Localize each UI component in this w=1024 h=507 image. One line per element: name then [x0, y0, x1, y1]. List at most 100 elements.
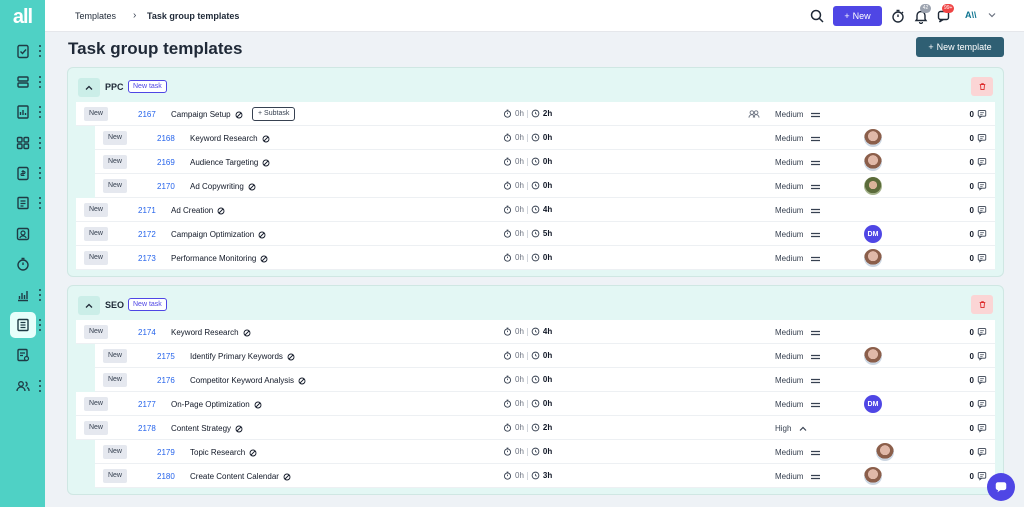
- task-id[interactable]: 2170: [157, 182, 175, 191]
- status-badge[interactable]: New: [103, 373, 127, 387]
- priority[interactable]: Medium: [775, 376, 821, 385]
- priority[interactable]: Medium: [775, 230, 821, 239]
- sidebar-item-timer[interactable]: [0, 249, 45, 279]
- task-id[interactable]: 2174: [138, 328, 156, 337]
- more-icon[interactable]: [39, 288, 42, 301]
- task-row[interactable]: New 2177 On-Page Optimization 0h 0h Mediu…: [76, 392, 995, 416]
- comments[interactable]: 0: [970, 181, 987, 191]
- task-row[interactable]: New 2176 Competitor Keyword Analysis 0h 0…: [95, 368, 995, 392]
- more-icon[interactable]: [39, 318, 42, 331]
- priority[interactable]: Medium: [775, 472, 821, 481]
- collapse-button[interactable]: [78, 296, 100, 315]
- task-row[interactable]: New 2173 Performance Monitoring 0h 0h Med…: [76, 246, 995, 270]
- sidebar-item-users[interactable]: [0, 371, 45, 401]
- delete-group-button[interactable]: [971, 77, 993, 96]
- priority[interactable]: Medium: [775, 328, 821, 337]
- task-id[interactable]: 2176: [157, 376, 175, 385]
- task-title[interactable]: Audience Targeting: [190, 158, 270, 167]
- priority[interactable]: Medium: [775, 254, 821, 263]
- avatar[interactable]: A\\: [864, 371, 882, 389]
- status-badge[interactable]: New: [103, 131, 127, 145]
- task-title[interactable]: Performance Monitoring: [171, 254, 268, 263]
- task-row[interactable]: New 2171 Ad Creation 0h 4h Medium A\\ 0: [76, 198, 995, 222]
- new-task-button[interactable]: New task: [128, 298, 167, 311]
- avatar[interactable]: A\\: [864, 105, 882, 123]
- sidebar-item-analytics[interactable]: [0, 280, 45, 310]
- avatar[interactable]: [876, 443, 894, 461]
- task-title[interactable]: Content Strategy: [171, 424, 243, 433]
- comments[interactable]: 0: [970, 327, 987, 337]
- sidebar-item-invoices[interactable]: [0, 158, 45, 188]
- sidebar-item-reports[interactable]: [0, 97, 45, 127]
- task-title[interactable]: On-Page Optimization: [171, 400, 262, 409]
- comments[interactable]: 0: [970, 399, 987, 409]
- comments[interactable]: 0: [970, 375, 987, 385]
- comments[interactable]: 0: [970, 229, 987, 239]
- comments[interactable]: 0: [970, 351, 987, 361]
- new-button[interactable]: + New: [833, 6, 882, 26]
- chevron-down-icon[interactable]: [988, 11, 996, 19]
- search-icon[interactable]: [809, 8, 825, 24]
- task-row[interactable]: New 2168 Keyword Research 0h 0h Medium 0: [95, 126, 995, 150]
- priority[interactable]: Medium: [775, 400, 821, 409]
- new-task-button[interactable]: New task: [128, 80, 167, 93]
- timer-icon[interactable]: [890, 8, 906, 24]
- team-icon[interactable]: [748, 109, 760, 119]
- more-icon[interactable]: [39, 136, 42, 149]
- comments[interactable]: 0: [970, 205, 987, 215]
- app-logo[interactable]: all: [9, 6, 37, 28]
- breadcrumb-root[interactable]: Templates: [75, 11, 116, 21]
- new-template-button[interactable]: + New template: [916, 37, 1004, 57]
- sidebar-item-billing[interactable]: [0, 340, 45, 370]
- avatar[interactable]: DM: [864, 395, 882, 413]
- task-title[interactable]: Create Content Calendar: [190, 472, 291, 481]
- task-id[interactable]: 2179: [157, 448, 175, 457]
- task-title[interactable]: Keyword Research: [190, 134, 270, 143]
- more-icon[interactable]: [39, 379, 42, 392]
- task-title[interactable]: Keyword Research: [171, 328, 251, 337]
- avatar[interactable]: A\\: [864, 323, 882, 341]
- status-badge[interactable]: New: [103, 469, 127, 483]
- user-menu-logo[interactable]: A\\: [965, 10, 977, 20]
- avatar[interactable]: A\\: [864, 201, 882, 219]
- comments[interactable]: 0: [970, 447, 987, 457]
- sidebar-item-templates[interactable]: [0, 310, 45, 340]
- avatar[interactable]: [864, 249, 882, 267]
- task-id[interactable]: 2167: [138, 110, 156, 119]
- task-row[interactable]: New 2174 Keyword Research 0h 4h Medium A\…: [76, 320, 995, 344]
- task-title[interactable]: Campaign Optimization: [171, 230, 266, 239]
- task-id[interactable]: 2172: [138, 230, 156, 239]
- avatar[interactable]: [864, 153, 882, 171]
- support-chat-button[interactable]: [987, 473, 1015, 501]
- task-row[interactable]: New 2172 Campaign Optimization 0h 5h Medi…: [76, 222, 995, 246]
- comments[interactable]: 0: [970, 471, 987, 481]
- more-icon[interactable]: [39, 75, 42, 88]
- status-badge[interactable]: New: [84, 397, 108, 411]
- avatar[interactable]: [864, 347, 882, 365]
- comments[interactable]: 0: [970, 133, 987, 143]
- status-badge[interactable]: New: [84, 325, 108, 339]
- task-row[interactable]: New 2167 Campaign Setup + Subtask 0h 2h M…: [76, 102, 995, 126]
- task-id[interactable]: 2173: [138, 254, 156, 263]
- task-row[interactable]: New 2180 Create Content Calendar 0h 3h Me…: [95, 464, 995, 488]
- priority[interactable]: Medium: [775, 448, 821, 457]
- task-id[interactable]: 2180: [157, 472, 175, 481]
- task-title[interactable]: Ad Creation: [171, 206, 225, 215]
- task-id[interactable]: 2175: [157, 352, 175, 361]
- comments[interactable]: 0: [970, 157, 987, 167]
- status-badge[interactable]: New: [103, 155, 127, 169]
- task-id[interactable]: 2171: [138, 206, 156, 215]
- task-row[interactable]: New 2175 Identify Primary Keywords 0h 0h …: [95, 344, 995, 368]
- status-badge[interactable]: New: [84, 421, 108, 435]
- comments[interactable]: 0: [970, 109, 987, 119]
- comments[interactable]: 0: [970, 423, 987, 433]
- sidebar-item-contacts[interactable]: [0, 219, 45, 249]
- task-id[interactable]: 2168: [157, 134, 175, 143]
- sidebar-item-dashboard[interactable]: [0, 128, 45, 158]
- status-badge[interactable]: New: [103, 445, 127, 459]
- status-badge[interactable]: New: [84, 203, 108, 217]
- priority[interactable]: High: [775, 424, 807, 433]
- task-title[interactable]: Competitor Keyword Analysis: [190, 376, 306, 385]
- task-id[interactable]: 2178: [138, 424, 156, 433]
- status-badge[interactable]: New: [84, 227, 108, 241]
